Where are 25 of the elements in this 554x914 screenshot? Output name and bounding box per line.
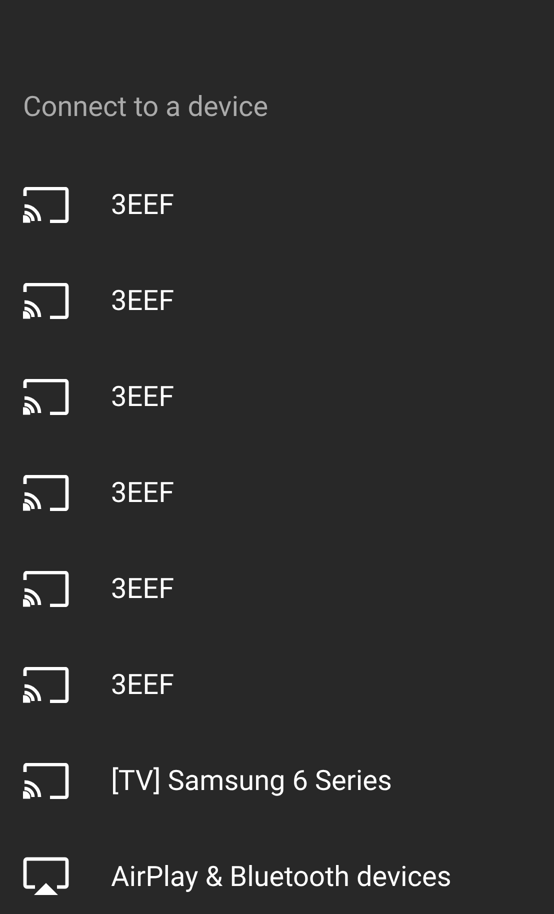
device-name: 3EEF [111, 379, 174, 415]
device-item[interactable]: [TV] Samsung 6 Series [0, 733, 554, 829]
device-item[interactable]: 3EEF [0, 637, 554, 733]
device-name: 3EEF [111, 667, 174, 703]
device-name: 3EEF [111, 475, 174, 511]
airplay-icon [23, 857, 69, 897]
device-name: [TV] Samsung 6 Series [111, 763, 392, 799]
device-item[interactable]: 3EEF [0, 253, 554, 349]
device-item[interactable]: 3EEF [0, 349, 554, 445]
device-name: 3EEF [111, 187, 174, 223]
cast-icon [23, 283, 69, 319]
device-name: 3EEF [111, 283, 174, 319]
cast-icon [23, 379, 69, 415]
device-item[interactable]: 3EEF [0, 541, 554, 637]
device-name: AirPlay & Bluetooth devices [111, 859, 452, 895]
device-item[interactable]: 3EEF [0, 157, 554, 253]
device-name: 3EEF [111, 571, 174, 607]
device-item[interactable]: AirPlay & Bluetooth devices [0, 829, 554, 914]
cast-icon [23, 571, 69, 607]
cast-icon [23, 475, 69, 511]
dialog-title: Connect to a device [22, 89, 270, 125]
cast-icon [23, 187, 69, 223]
cast-icon [23, 763, 69, 799]
cast-icon [23, 667, 69, 703]
device-item[interactable]: 3EEF [0, 445, 554, 541]
